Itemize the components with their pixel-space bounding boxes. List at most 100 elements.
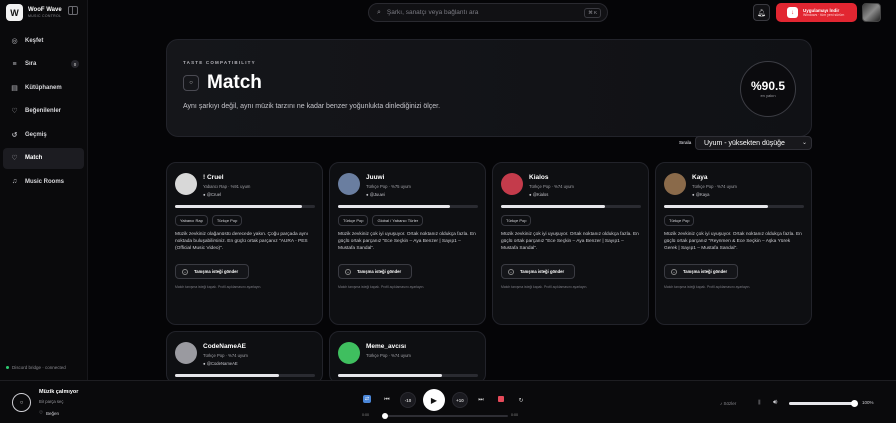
card-note: Match tanışma isteği kapalı. Profil açık… xyxy=(501,285,588,289)
match-icon: ○ xyxy=(183,75,199,91)
send-intro-request-button[interactable]: + Tanışma isteği gönder xyxy=(501,264,575,279)
card-username: Meme_avcısı xyxy=(366,343,407,350)
card-handle-text: @Kialos xyxy=(532,192,549,197)
genre-tag: Türkçe Pop xyxy=(664,215,695,226)
card-handle: ● @Kialos xyxy=(529,192,549,197)
volume-percent: 100% xyxy=(862,400,874,405)
user-avatar[interactable] xyxy=(338,173,360,195)
card-genre-match: Türkçe Pop · %74 uyum xyxy=(366,353,411,358)
top-score-ring: %90.5 en yakın xyxy=(740,61,796,117)
rewind-10-button[interactable]: -10 xyxy=(400,392,416,408)
chevron-down-icon: ⌄ xyxy=(801,140,807,146)
sidebar-item-label: Beğenilenler xyxy=(25,108,62,114)
card-handle: ● @Kaya xyxy=(692,192,710,197)
sidebar-item-label: Music Rooms xyxy=(25,178,65,185)
like-button[interactable]: ♡ Beğen xyxy=(39,410,59,416)
history-icon: ↺ xyxy=(11,131,18,139)
genre-tag: Türkçe Pop xyxy=(501,215,532,226)
send-intro-request-button[interactable]: + Tanışma isteği gönder xyxy=(338,264,412,279)
card-description: Müzik zevkiniz çok iyi uyuşuyor. Ortak n… xyxy=(501,232,639,251)
stop-icon[interactable] xyxy=(498,396,504,402)
progress-knob[interactable] xyxy=(382,413,388,419)
match-bar xyxy=(338,374,478,377)
match-bar xyxy=(338,205,478,208)
user-plus-icon: + xyxy=(182,268,188,275)
rewind-label: -10 xyxy=(404,397,412,403)
card-username: Kialos xyxy=(529,174,549,181)
volume-icon[interactable]: 🔊︎ xyxy=(773,399,777,407)
volume-slider[interactable] xyxy=(789,399,858,407)
sidebar-item-label: Keşfet xyxy=(25,37,44,44)
page-title: Match xyxy=(207,72,262,93)
card-description: Müzik zevkiniz olağanüstü derecede yakın… xyxy=(175,232,309,251)
user-avatar[interactable] xyxy=(175,173,197,195)
play-icon: ▶ xyxy=(430,395,438,405)
sidebar-item-label: Sıra xyxy=(25,61,37,67)
forward-10-button[interactable]: +10 xyxy=(452,392,468,408)
library-icon: ▤ xyxy=(11,84,18,92)
shuffle-icon[interactable]: ⇄ xyxy=(363,395,371,403)
search-bar[interactable]: ⌕ ⌘ K xyxy=(368,3,608,22)
card-handle-text: @Juuwi xyxy=(369,192,385,197)
genre-tag: Türkçe Pop xyxy=(211,215,243,226)
sidebar-item-match[interactable]: ♡ Match xyxy=(3,147,84,169)
button-label: Tanışma isteği gönder xyxy=(357,269,402,274)
lyrics-button[interactable]: ♪ Sözler xyxy=(720,401,736,406)
card-username: ! Cruel xyxy=(203,174,224,181)
card-handle: ● @Juuwi xyxy=(366,192,385,197)
queue-count-badge: 0 xyxy=(71,60,79,68)
bridge-status: Discord bridge · connected xyxy=(6,365,66,370)
top-score-value: %90.5 xyxy=(750,79,786,93)
card-genre-match: Türkçe Pop · %74 uyum xyxy=(529,184,574,189)
next-icon[interactable]: ⏭︎ xyxy=(473,392,489,408)
sort-value: Uyum - yüksekten düşüğe xyxy=(704,139,785,147)
repeat-icon[interactable]: ↻ xyxy=(513,392,529,408)
sidebar-item-keşfet[interactable]: ◎ Keşfet xyxy=(3,30,84,51)
sidebar-item-kütüphanem[interactable]: ▤ Kütüphanem xyxy=(3,77,84,98)
progress-bar[interactable] xyxy=(382,413,508,419)
user-avatar[interactable] xyxy=(338,342,360,364)
match-bar-fill xyxy=(175,374,279,377)
card-note: Match tanışma isteği kapalı. Profil açık… xyxy=(664,285,751,289)
search-shortcut: ⌘ K xyxy=(584,8,601,18)
match-card: ! Cruel Yabancı Rap · %91 uyum ● @Cruel Ya… xyxy=(166,162,323,325)
rooms-icon: ♫ xyxy=(11,178,18,185)
search-input[interactable] xyxy=(386,9,577,16)
equalizer-icon[interactable]: ⫼ xyxy=(758,400,761,407)
send-intro-request-button[interactable]: + Tanışma isteği gönder xyxy=(175,264,249,279)
send-intro-request-button[interactable]: + Tanışma isteği gönder xyxy=(664,264,738,279)
card-username: CodeNameAE xyxy=(203,343,246,350)
now-playing-subtitle: Bir parça seç xyxy=(39,399,64,404)
card-note: Match tanışma isteği kapalı. Profil açık… xyxy=(338,285,425,289)
sort-select[interactable]: Uyum - yüksekten düşüğe ⌄ xyxy=(695,136,812,150)
user-avatar[interactable] xyxy=(175,342,197,364)
forward-label: +10 xyxy=(456,397,464,403)
like-label: Beğen xyxy=(46,410,60,416)
sidebar-item-music-rooms[interactable]: ♫ Music Rooms xyxy=(3,171,84,192)
notification-bell-icon[interactable]: 🔔︎ xyxy=(753,4,770,21)
match-hero: TASTE COMPATIBILITY ○ Match Aynı şarkıyı… xyxy=(166,39,812,137)
sort-label: Sırala xyxy=(679,140,692,145)
sidebar-item-beğenilenler[interactable]: ♡ Beğenilenler xyxy=(3,101,84,122)
sidebar-item-label: Kütüphanem xyxy=(25,84,62,91)
volume-knob[interactable] xyxy=(851,399,858,407)
previous-icon[interactable]: ⏮︎ xyxy=(379,392,395,408)
match-card: Kialos Türkçe Pop · %74 uyum ● @Kialos Tür… xyxy=(492,162,649,325)
user-avatar[interactable] xyxy=(862,3,881,22)
sidebar-collapse-icon[interactable] xyxy=(68,6,78,15)
genre-tags: Türkçe Pop Global / Yabancı Türler xyxy=(338,215,424,226)
brand-tagline: MUSIC CONTROL xyxy=(28,13,62,18)
user-avatar[interactable] xyxy=(664,173,686,195)
sidebar-item-sıra[interactable]: ≡ Sıra 0 xyxy=(3,54,84,75)
user-avatar[interactable] xyxy=(501,173,523,195)
sidebar-item-geçmiş[interactable]: ↺ Geçmiş xyxy=(3,124,84,145)
sidebar-item-label: Match xyxy=(25,155,43,161)
sidebar-item-label: Geçmiş xyxy=(25,131,47,138)
play-button[interactable]: ▶ xyxy=(423,389,445,411)
download-app-button[interactable]: ↓ Uygulamayı İndir Windows · tüm yeni sü… xyxy=(776,3,857,22)
sidebar: W WooF Wave MUSIC CONTROL ◎ Keşfet ≡ Sıra… xyxy=(0,0,88,380)
brand[interactable]: W WooF Wave MUSIC CONTROL xyxy=(6,4,62,21)
brand-name: WooF Wave xyxy=(28,6,62,13)
time-total: 0:00 xyxy=(511,413,518,417)
match-card: Juuwi Türkçe Pop · %75 uyum ● @Juuwi Türkç… xyxy=(329,162,486,325)
